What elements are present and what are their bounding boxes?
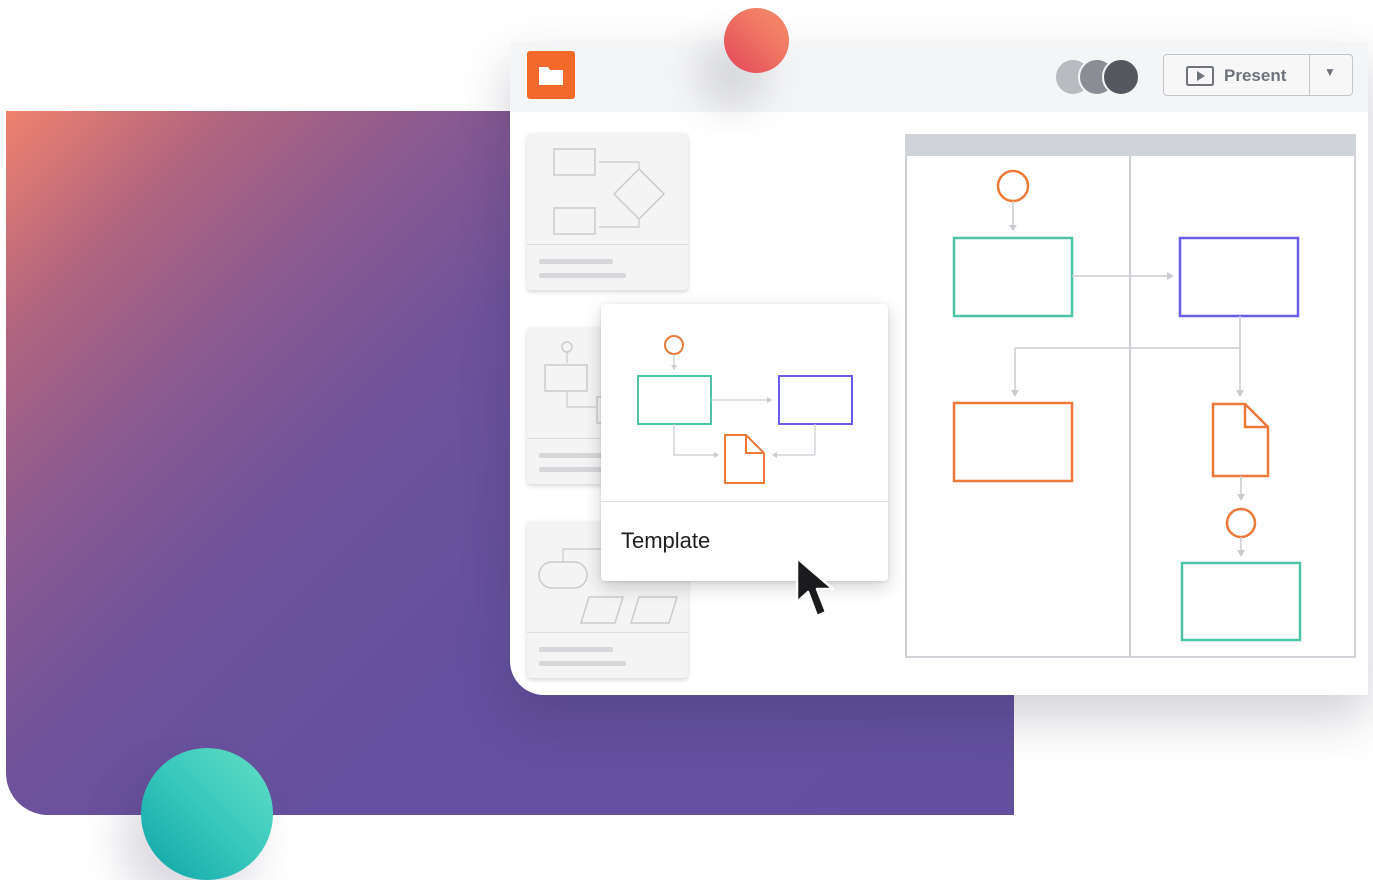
play-icon — [1186, 66, 1214, 86]
red-decorative-circle — [724, 8, 789, 73]
mouse-pointer-icon — [795, 556, 835, 618]
thumbnail-footer — [527, 244, 688, 290]
placeholder-line — [539, 259, 613, 264]
placeholder-line — [539, 661, 626, 666]
diagram-canvas[interactable] — [905, 134, 1356, 658]
template-preview — [601, 304, 888, 502]
teal-decorative-circle — [141, 748, 273, 880]
present-button-group: Present ▼ — [1163, 54, 1353, 96]
collaborator-avatars[interactable] — [1054, 58, 1144, 96]
swimlane-diagram — [907, 136, 1354, 656]
thumbnail-footer — [527, 632, 688, 678]
template-thumbnail[interactable] — [527, 133, 688, 290]
chevron-down-icon[interactable]: ▼ — [1324, 65, 1336, 79]
present-label: Present — [1224, 66, 1287, 85]
flowchart-thumbnail-art — [553, 148, 666, 235]
folder-button[interactable] — [527, 51, 575, 99]
folder-icon — [539, 67, 563, 85]
toolbar: Present ▼ — [510, 42, 1368, 112]
placeholder-line — [539, 273, 626, 278]
template-card[interactable]: Template — [601, 304, 888, 581]
template-label: Template — [621, 528, 711, 553]
avatar[interactable] — [1102, 58, 1140, 96]
placeholder-line — [539, 647, 613, 652]
present-button[interactable]: Present — [1164, 55, 1310, 95]
template-preview-art — [637, 335, 853, 484]
